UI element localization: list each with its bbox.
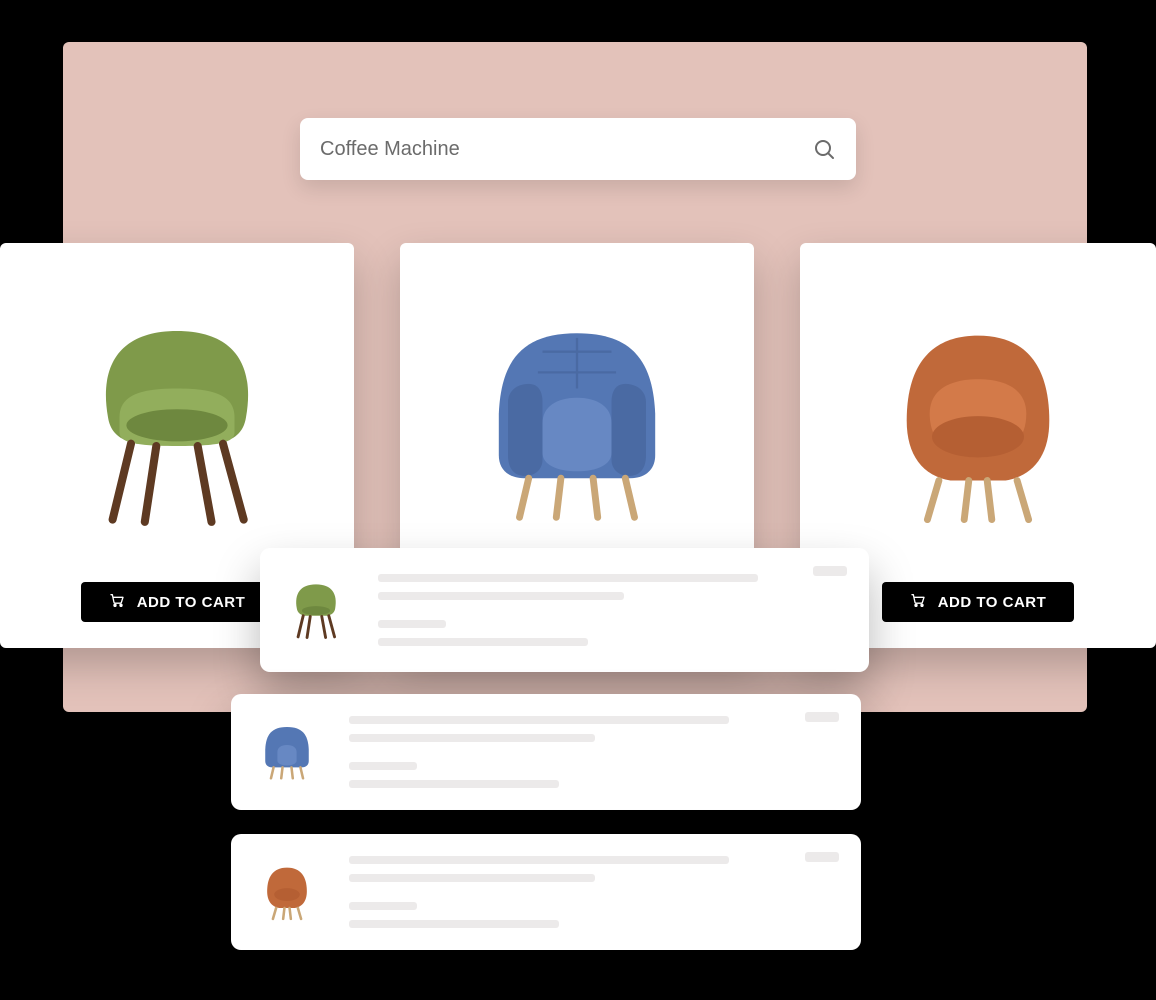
add-to-cart-label: ADD TO CART <box>137 594 246 611</box>
skeleton-line <box>349 716 729 724</box>
cart-icon <box>910 592 926 612</box>
cart-icon <box>109 592 125 612</box>
skeleton-price <box>805 712 839 722</box>
skeleton-price <box>813 566 847 576</box>
product-image <box>800 243 1156 582</box>
list-item[interactable] <box>260 548 869 672</box>
search-bar[interactable] <box>300 118 856 180</box>
chair-green-icon <box>62 308 292 538</box>
skeleton-price <box>805 852 839 862</box>
skeleton-line <box>349 902 417 910</box>
chair-blue-icon <box>462 308 692 538</box>
add-to-cart-label: ADD TO CART <box>938 594 1047 611</box>
chair-green-icon <box>284 574 348 646</box>
list-item-text <box>349 856 805 928</box>
chair-orange-icon <box>863 308 1093 538</box>
skeleton-line <box>378 592 624 600</box>
product-image <box>0 243 354 582</box>
skeleton-line <box>378 574 758 582</box>
skeleton-line <box>349 920 559 928</box>
product-image <box>400 243 754 582</box>
add-to-cart-button[interactable]: ADD TO CART <box>882 582 1075 622</box>
search-icon[interactable] <box>812 137 836 161</box>
skeleton-line <box>378 620 446 628</box>
skeleton-line <box>349 780 559 788</box>
skeleton-line <box>349 734 595 742</box>
list-item-thumbnail <box>282 571 350 649</box>
skeleton-line <box>349 874 595 882</box>
add-to-cart-button[interactable]: ADD TO CART <box>81 582 274 622</box>
skeleton-line <box>378 638 588 646</box>
list-item[interactable] <box>231 694 861 810</box>
list-item-text <box>349 716 805 788</box>
chair-orange-icon <box>255 856 319 928</box>
list-item[interactable] <box>231 834 861 950</box>
skeleton-line <box>349 856 729 864</box>
chair-blue-icon <box>255 716 319 788</box>
list-item-text <box>378 574 813 646</box>
list-item-thumbnail <box>253 713 321 791</box>
skeleton-line <box>349 762 417 770</box>
list-item-thumbnail <box>253 853 321 931</box>
search-input[interactable] <box>320 138 812 161</box>
